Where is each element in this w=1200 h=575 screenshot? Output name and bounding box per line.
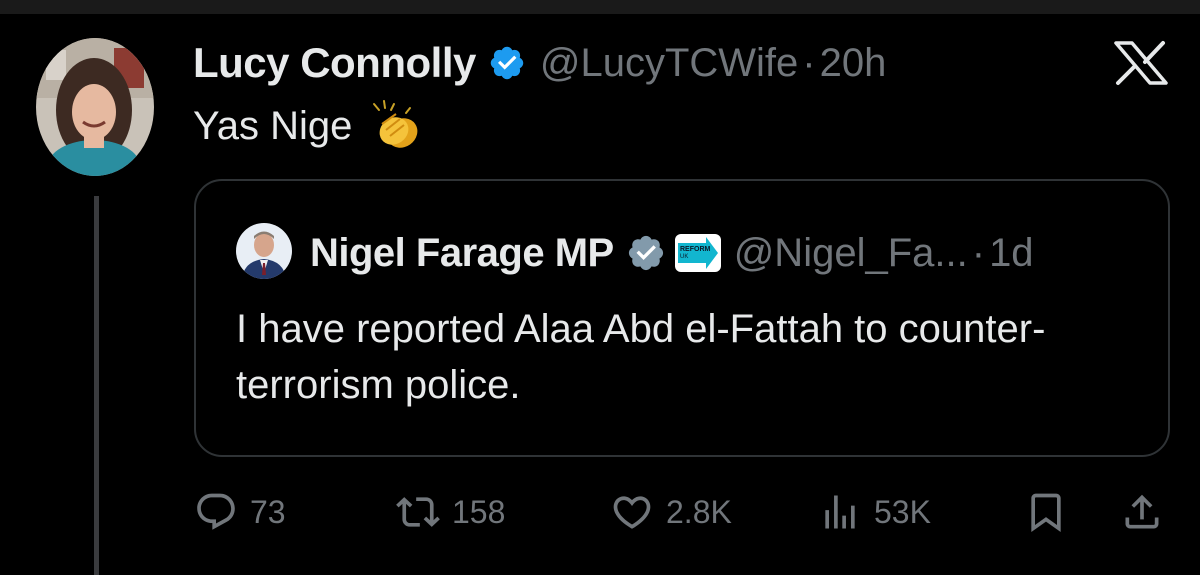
quoted-avatar[interactable] <box>236 223 292 279</box>
quoted-tweet-text: I have reported Alaa Abd el-Fattah to co… <box>236 307 1046 407</box>
bookmark-icon <box>1024 490 1068 534</box>
tweet-body: Yas Nige <box>193 103 353 148</box>
reform-badge-subtext: UK <box>680 254 688 260</box>
like-button[interactable]: 2.8K <box>610 484 732 540</box>
thread-line <box>94 196 99 575</box>
tweet-header: Lucy Connolly @LucyTCWife · 20h <box>193 38 886 88</box>
verified-badge-icon[interactable] <box>626 233 666 273</box>
action-bar: 73 158 2.8K 53K <box>192 484 1182 540</box>
separator-dot: · <box>971 230 986 275</box>
repost-icon <box>396 490 440 534</box>
repost-button[interactable]: 158 <box>396 484 505 540</box>
avatar[interactable] <box>36 38 154 176</box>
bookmark-button[interactable] <box>1024 484 1068 540</box>
quoted-handle[interactable]: @Nigel_Fa... <box>734 231 968 276</box>
top-band <box>0 0 1200 14</box>
reply-icon <box>194 490 238 534</box>
views-count: 53K <box>874 493 931 530</box>
clapping-hands-emoji-icon <box>368 100 424 152</box>
views-button[interactable]: 53K <box>818 484 931 540</box>
verified-badge-icon[interactable] <box>488 44 526 82</box>
separator-dot: · <box>802 40 816 85</box>
repost-count: 158 <box>452 493 506 530</box>
views-icon <box>818 490 862 534</box>
x-logo-icon[interactable] <box>1112 40 1170 86</box>
handle[interactable]: @LucyTCWife <box>540 41 798 86</box>
tweet-text: Yas Nige <box>193 100 424 152</box>
quoted-timestamp[interactable]: 1d <box>989 231 1034 276</box>
reply-count: 73 <box>250 493 286 530</box>
reform-uk-affiliate-badge-icon[interactable]: REFORM UK <box>674 233 722 273</box>
reply-button[interactable]: 73 <box>194 484 286 540</box>
reform-badge-text: REFORM <box>680 246 711 253</box>
share-button[interactable] <box>1120 484 1164 540</box>
timestamp[interactable]: 20h <box>820 41 887 86</box>
avatar-image <box>36 38 154 176</box>
display-name[interactable]: Lucy Connolly <box>193 39 476 87</box>
quoted-avatar-image <box>236 223 292 279</box>
share-icon <box>1120 490 1164 534</box>
like-count: 2.8K <box>666 493 732 530</box>
quoted-tweet-card[interactable]: Nigel Farage MP REFORM UK @Nigel_Fa... ·… <box>194 179 1170 457</box>
quoted-display-name[interactable]: Nigel Farage MP <box>310 231 614 276</box>
quoted-header: Nigel Farage MP REFORM UK @Nigel_Fa... ·… <box>310 225 1034 281</box>
heart-icon <box>610 490 654 534</box>
